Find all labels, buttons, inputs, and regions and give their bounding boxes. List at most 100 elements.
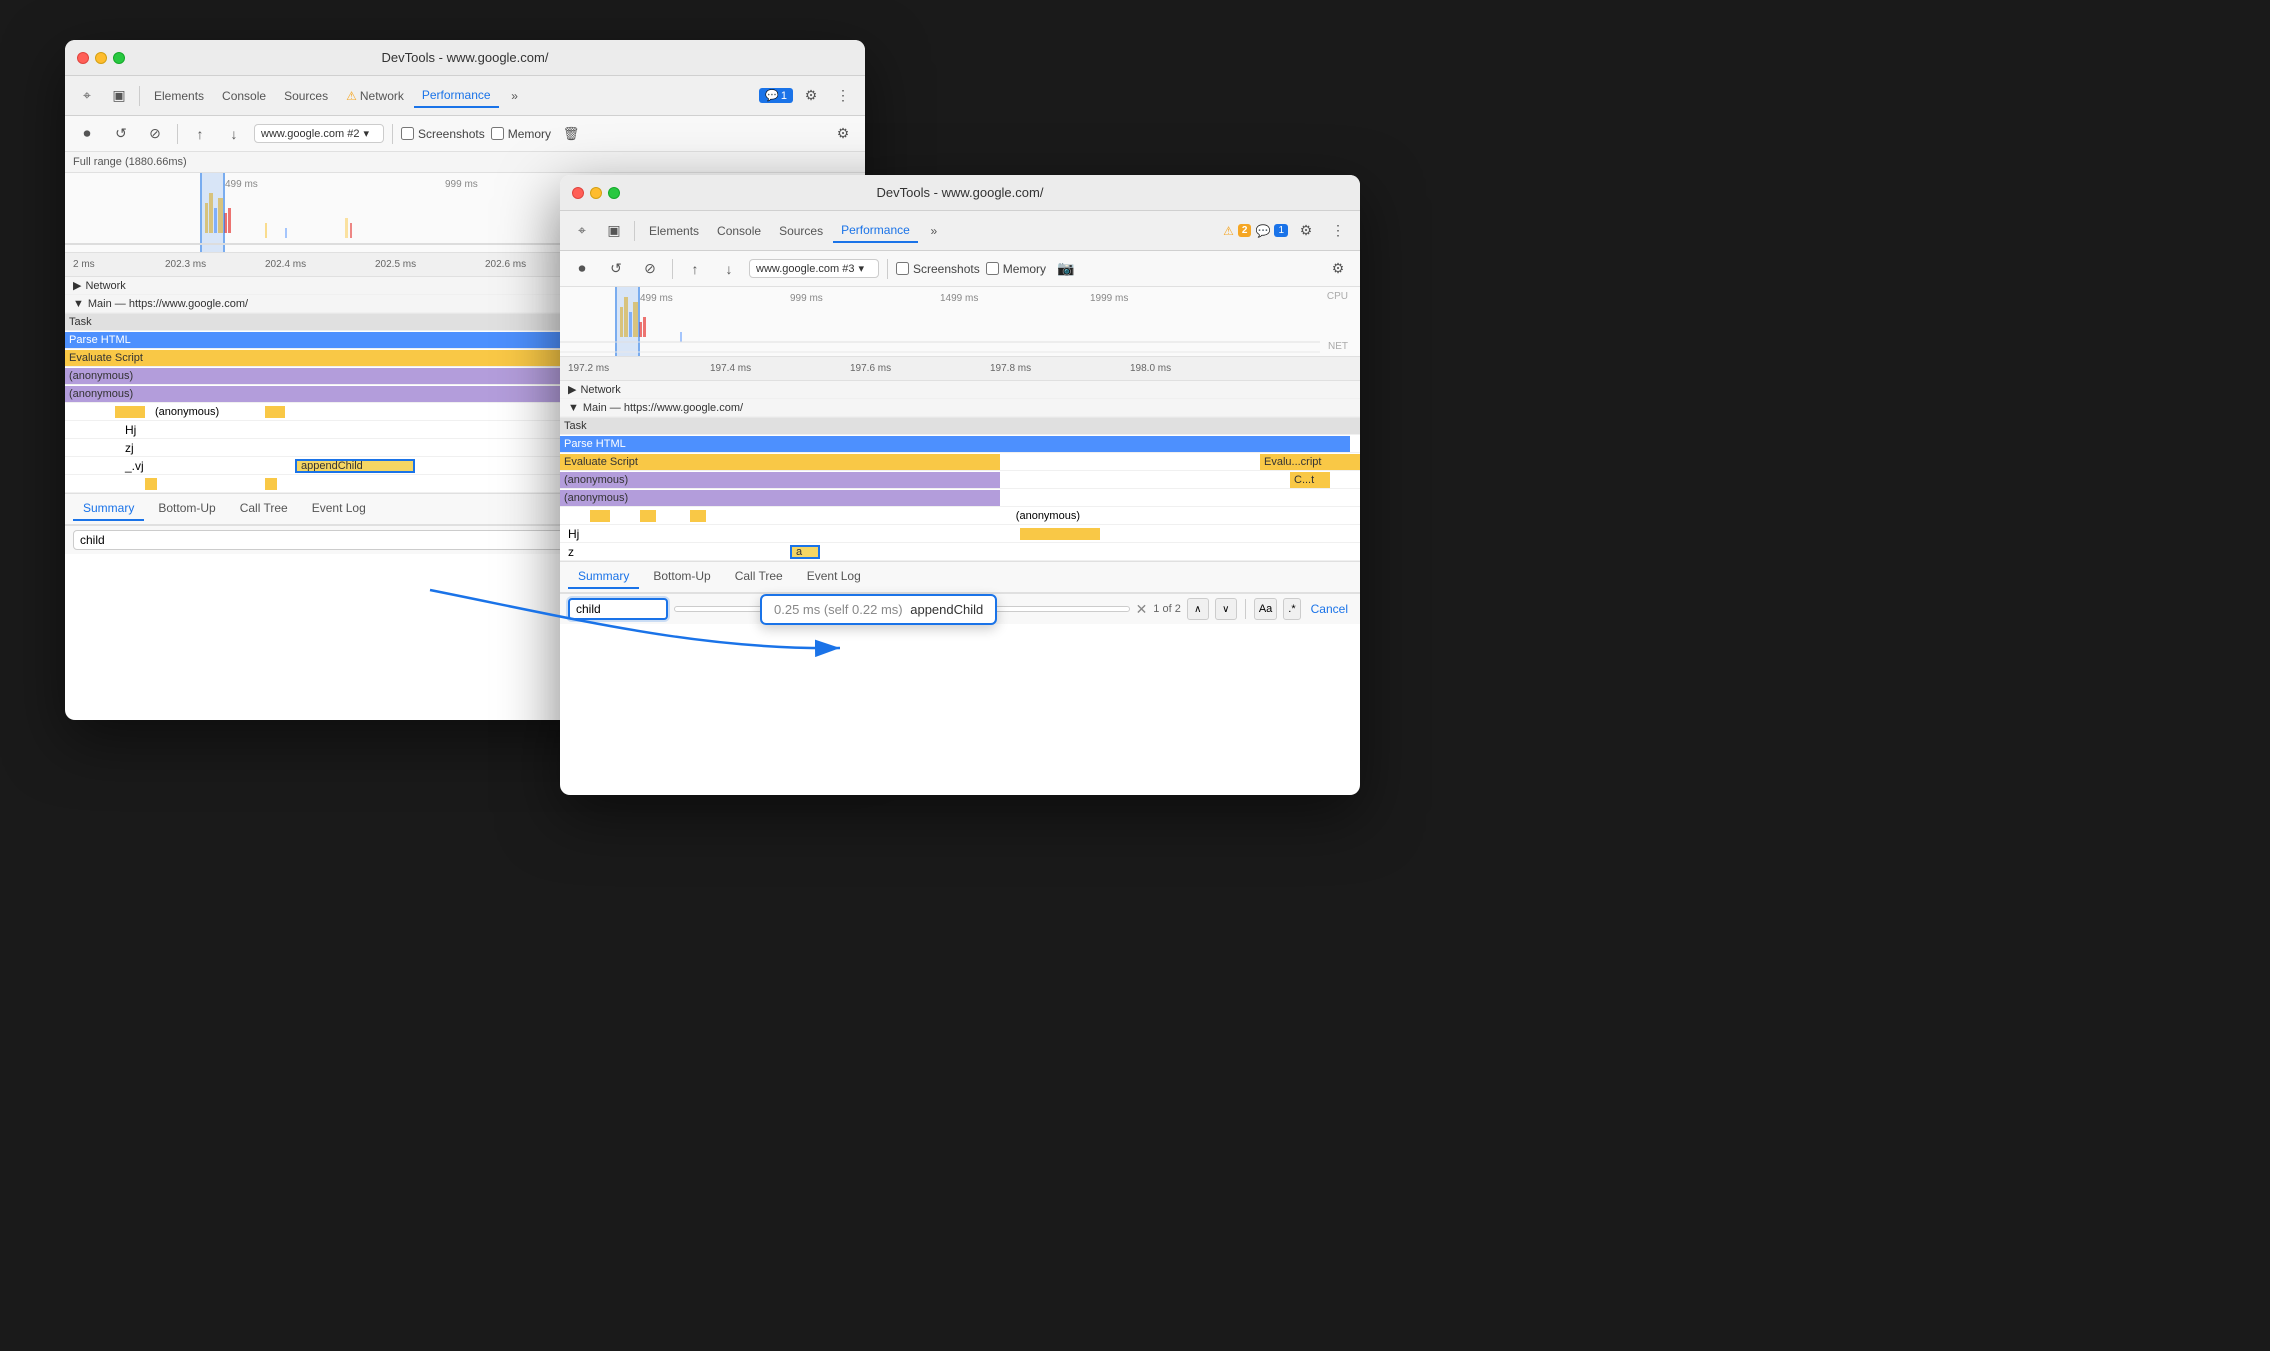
main-label-front: Main — https://www.google.com/ (583, 402, 743, 414)
settings2-icon-front[interactable]: ⚙ (1324, 255, 1352, 283)
tab-bottomup-back[interactable]: Bottom-Up (148, 497, 225, 521)
back-last-bar2 (265, 478, 277, 490)
minimize-button-front[interactable] (590, 187, 602, 199)
front-task-row: Task (560, 417, 1360, 435)
refresh-btn-front[interactable]: ↺ (602, 255, 630, 283)
front-hj-bar (1020, 528, 1100, 540)
more-tabs-icon-front[interactable]: » (920, 217, 948, 245)
tab-elements-front[interactable]: Elements (641, 220, 707, 242)
download-btn-front[interactable]: ↓ (715, 255, 743, 283)
memory-check-back: Memory (491, 127, 551, 141)
ruler-1974ms: 197.4 ms (710, 363, 751, 374)
chat-icon-front: 💬 (1255, 224, 1270, 238)
network-label-front: Network (580, 384, 620, 396)
record-btn-front[interactable]: ⏺ (568, 255, 596, 283)
maximize-button-back[interactable] (113, 52, 125, 64)
chevron-icon-back: ▾ (363, 127, 369, 140)
clear-search-icon-front[interactable]: ✕ (1136, 601, 1148, 618)
front-anon2-row: (anonymous) (560, 489, 1360, 507)
tab-network-back[interactable]: ⚠ Network (338, 85, 412, 107)
front-search-input[interactable] (576, 602, 660, 616)
front-nested-bar1 (590, 510, 610, 522)
clear-btn-back[interactable]: ⊘ (141, 120, 169, 148)
back-vj-label: _.vj (125, 459, 144, 473)
warn-badge-front: 2 (1238, 224, 1252, 237)
settings-icon-front[interactable]: ⚙ (1292, 217, 1320, 245)
tri-right-network-front: ▶ (568, 383, 576, 396)
cancel-btn-front[interactable]: Cancel (1307, 602, 1352, 616)
back-eval-script-bar: Evaluate Script (65, 350, 625, 366)
device-icon[interactable]: ▣ (105, 82, 133, 110)
upload-btn-front[interactable]: ↑ (681, 255, 709, 283)
url-value-back: www.google.com #2 (261, 128, 359, 140)
front-search-count: 1 of 2 (1153, 603, 1181, 615)
front-parse-html-row: Parse HTML (560, 435, 1360, 453)
device-icon-front[interactable]: ▣ (600, 217, 628, 245)
divider-front-1 (634, 221, 635, 241)
more-tabs-icon-back[interactable]: » (501, 82, 529, 110)
front-network-row[interactable]: ▶ Network (560, 381, 1360, 399)
settings-icon-back[interactable]: ⚙ (797, 82, 825, 110)
download-btn-back[interactable]: ↓ (220, 120, 248, 148)
record-btn-back[interactable]: ⏺ (73, 120, 101, 148)
maximize-button-front[interactable] (608, 187, 620, 199)
front-anon1-row: (anonymous) C...t (560, 471, 1360, 489)
tab-summary-front[interactable]: Summary (568, 565, 639, 589)
memory-check-front: Memory (986, 262, 1046, 276)
tri-down-main-back: ▼ (73, 298, 84, 310)
tab-bottomup-front[interactable]: Bottom-Up (643, 565, 720, 589)
cursor-icon-front[interactable]: ⌖ (568, 217, 596, 245)
front-hj-label: Hj (568, 527, 579, 541)
front-search-wrapper (568, 598, 668, 620)
url-select-back[interactable]: www.google.com #2 ▾ (254, 124, 384, 143)
url-select-front[interactable]: www.google.com #3 ▾ (749, 259, 879, 278)
tab-eventlog-front[interactable]: Event Log (797, 565, 871, 589)
screenshots-checkbox-front[interactable] (896, 262, 909, 275)
more-icon-back[interactable]: ⋮ (829, 82, 857, 110)
ruler-1976ms: 197.6 ms (850, 363, 891, 374)
tab-performance-front[interactable]: Performance (833, 219, 918, 243)
front-nested-bar2 (640, 510, 656, 522)
memory-checkbox-front[interactable] (986, 262, 999, 275)
screenshots-checkbox-back[interactable] (401, 127, 414, 140)
clear-btn-front[interactable]: ⊘ (636, 255, 664, 283)
next-result-btn[interactable]: ∨ (1215, 598, 1237, 620)
front-anon1-bar: (anonymous) (560, 472, 1000, 488)
minimize-button-back[interactable] (95, 52, 107, 64)
back-nav-tabs: Elements Console Sources ⚠ Network Perfo… (146, 82, 529, 110)
trash-icon-back[interactable]: 🗑 (557, 120, 585, 148)
tab-console-back[interactable]: Console (214, 85, 274, 107)
close-button-back[interactable] (77, 52, 89, 64)
prev-result-btn[interactable]: ∧ (1187, 598, 1209, 620)
tab-summary-back[interactable]: Summary (73, 497, 144, 521)
front-main-row[interactable]: ▼ Main — https://www.google.com/ (560, 399, 1360, 417)
tooltip-box: 0.25 ms (self 0.22 ms) appendChild (760, 594, 997, 625)
memory-checkbox-back[interactable] (491, 127, 504, 140)
screenshot-capture-icon-front[interactable]: 📷 (1052, 255, 1080, 283)
close-button-front[interactable] (572, 187, 584, 199)
tab-sources-back[interactable]: Sources (276, 85, 336, 107)
tab-calltree-front[interactable]: Call Tree (725, 565, 793, 589)
regex-btn[interactable]: .* (1283, 598, 1300, 620)
settings2-icon-back[interactable]: ⚙ (829, 120, 857, 148)
tab-elements-back[interactable]: Elements (146, 85, 212, 107)
tab-eventlog-back[interactable]: Event Log (302, 497, 376, 521)
front-timeline-chart[interactable]: 499 ms 999 ms 1499 ms 1999 ms CPU NET (560, 287, 1360, 357)
back-nav-toolbar: ⌖ ▣ Elements Console Sources ⚠ Network P… (65, 76, 865, 116)
tab-performance-back[interactable]: Performance (414, 84, 499, 108)
cursor-icon[interactable]: ⌖ (73, 82, 101, 110)
back-nested-bar1 (115, 406, 145, 418)
divider-3 (392, 124, 393, 144)
more-icon-front[interactable]: ⋮ (1324, 217, 1352, 245)
upload-btn-back[interactable]: ↑ (186, 120, 214, 148)
refresh-btn-back[interactable]: ↺ (107, 120, 135, 148)
ruler-1972ms: 197.2 ms (568, 363, 609, 374)
tab-calltree-back[interactable]: Call Tree (230, 497, 298, 521)
front-z-row: z a (560, 543, 1360, 561)
tab-sources-front[interactable]: Sources (771, 220, 831, 242)
front-parse-html-bar: Parse HTML (560, 436, 1350, 452)
case-sensitive-btn[interactable]: Aa (1254, 598, 1277, 620)
tab-console-front[interactable]: Console (709, 220, 769, 242)
back-zj-label: zj (125, 441, 134, 455)
front-eval-script-bar2: Evalu...cript (1260, 454, 1360, 470)
